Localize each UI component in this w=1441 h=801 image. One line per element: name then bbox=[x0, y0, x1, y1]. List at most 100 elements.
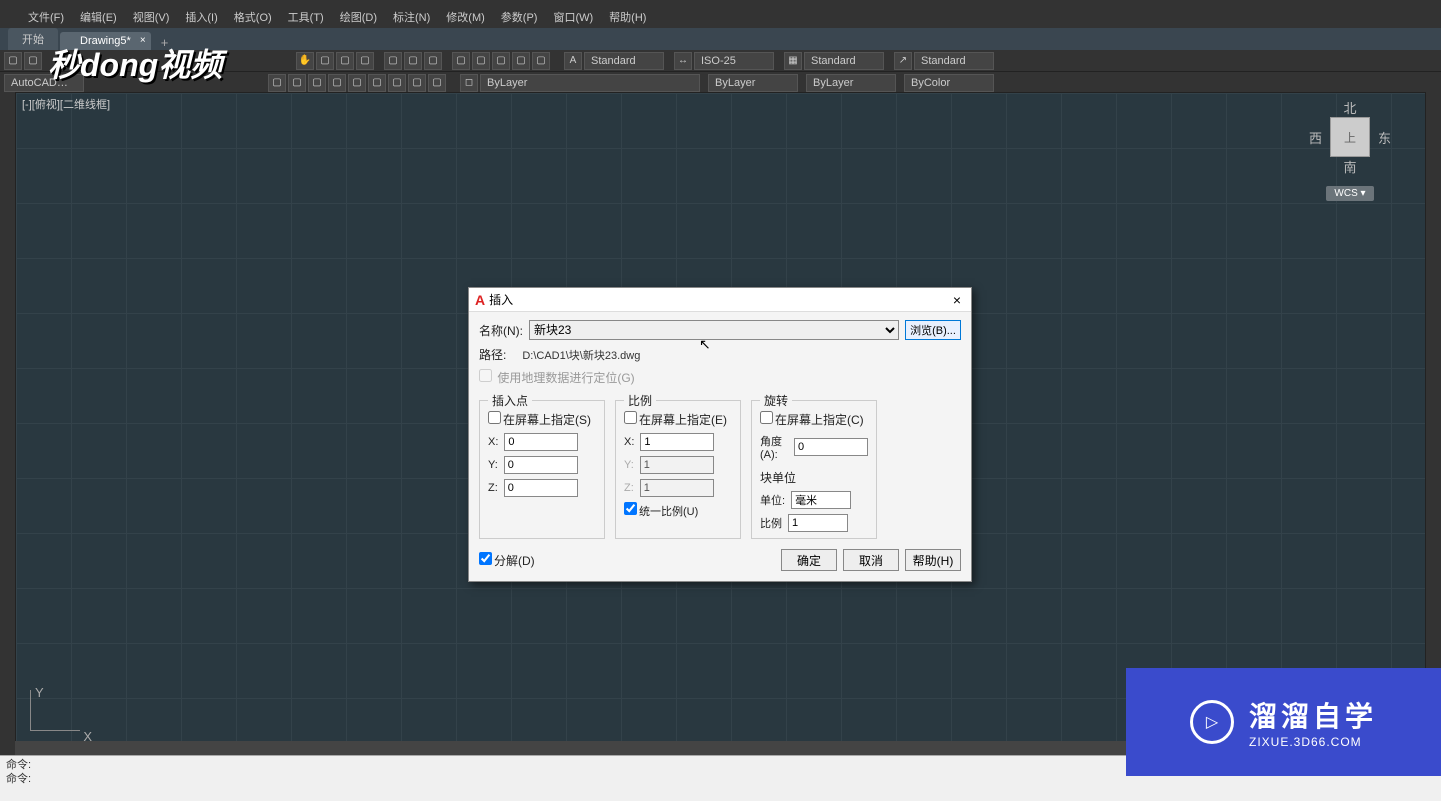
sz-label: Z: bbox=[624, 482, 634, 494]
ratio-value bbox=[788, 514, 848, 532]
tool-icon[interactable]: ▢ bbox=[452, 52, 470, 70]
tool-icon[interactable]: ▢ bbox=[492, 52, 510, 70]
sx-input[interactable] bbox=[640, 433, 714, 451]
right-tool-palette[interactable] bbox=[1426, 92, 1441, 755]
ucs-icon: Y X bbox=[30, 690, 80, 731]
pan-icon[interactable]: ✋ bbox=[296, 52, 314, 70]
left-tool-palette[interactable] bbox=[0, 92, 15, 755]
view-cube[interactable]: 北 西 上 东 南 WCS ▾ bbox=[1295, 98, 1405, 238]
onscreen-s-label[interactable]: 在屏幕上指定(S) bbox=[488, 413, 591, 427]
tool-icon[interactable]: ▢ bbox=[336, 52, 354, 70]
menu-edit[interactable]: 编辑(E) bbox=[72, 9, 125, 25]
viewcube-north[interactable]: 北 bbox=[1343, 98, 1356, 117]
z-input[interactable] bbox=[504, 479, 578, 497]
close-icon[interactable]: × bbox=[949, 292, 965, 308]
menu-tools[interactable]: 工具(T) bbox=[280, 9, 332, 25]
explode-checkbox[interactable] bbox=[479, 552, 492, 565]
uniform-label[interactable]: 统一比例(U) bbox=[624, 502, 698, 519]
layer-icon[interactable]: ▢ bbox=[388, 74, 406, 92]
menu-insert[interactable]: 插入(I) bbox=[177, 9, 225, 25]
menu-modify[interactable]: 修改(M) bbox=[438, 9, 493, 25]
app-a-icon: A bbox=[475, 292, 485, 308]
layer-icon[interactable]: ▢ bbox=[348, 74, 366, 92]
menu-param[interactable]: 参数(P) bbox=[493, 9, 546, 25]
viewcube-top-face[interactable]: 上 bbox=[1330, 117, 1370, 157]
tool-icon[interactable]: ▢ bbox=[472, 52, 490, 70]
viewcube-south[interactable]: 南 bbox=[1343, 157, 1356, 176]
angle-input[interactable] bbox=[794, 438, 868, 456]
tablestyle-combo[interactable]: Standard bbox=[804, 52, 884, 70]
onscreen-c-label[interactable]: 在屏幕上指定(C) bbox=[760, 413, 864, 427]
dimstyle-icon[interactable]: ↔ bbox=[674, 52, 692, 70]
watermark-logo-left: 秒dong视频 bbox=[48, 40, 222, 86]
view-control-label[interactable]: [-][俯视][二维线框] bbox=[22, 96, 110, 112]
tool-icon[interactable]: ▢ bbox=[424, 52, 442, 70]
dimstyle-combo[interactable]: ISO-25 bbox=[694, 52, 774, 70]
uniform-checkbox[interactable] bbox=[624, 502, 637, 515]
ok-button[interactable]: 确定 bbox=[781, 549, 837, 571]
path-value: D:\CAD1\块\新块23.dwg bbox=[522, 347, 640, 363]
browse-button[interactable]: 浏览(B)... bbox=[905, 320, 961, 340]
tool-icon[interactable]: ▢ bbox=[404, 52, 422, 70]
unit-label: 单位: bbox=[760, 492, 785, 508]
x-label: X: bbox=[488, 436, 498, 448]
scale-group: 比例 在屏幕上指定(E) X: Y: Z: 统一比例(U) bbox=[615, 392, 741, 539]
tool-icon[interactable]: ▢ bbox=[532, 52, 550, 70]
sz-input bbox=[640, 479, 714, 497]
mleaderstyle-icon[interactable]: ↗ bbox=[894, 52, 912, 70]
wcs-dropdown[interactable]: WCS ▾ bbox=[1326, 186, 1373, 201]
layer-icon[interactable]: ▢ bbox=[268, 74, 286, 92]
color-combo[interactable]: ByLayer bbox=[480, 74, 700, 92]
menu-file[interactable]: 文件(F) bbox=[20, 9, 72, 25]
layer-icon[interactable]: ▢ bbox=[328, 74, 346, 92]
textstyle-icon[interactable]: A bbox=[564, 52, 582, 70]
path-label: 路径: bbox=[479, 346, 506, 363]
color-swatch-icon[interactable]: ◻ bbox=[460, 74, 478, 92]
menu-dim[interactable]: 标注(N) bbox=[385, 9, 438, 25]
z-label: Z: bbox=[488, 482, 498, 494]
rotate-legend: 旋转 bbox=[760, 392, 792, 409]
onscreen-s-checkbox[interactable] bbox=[488, 411, 501, 424]
menu-window[interactable]: 窗口(W) bbox=[545, 9, 601, 25]
menu-help[interactable]: 帮助(H) bbox=[601, 9, 654, 25]
tool-icon[interactable]: ▢ bbox=[356, 52, 374, 70]
mleaderstyle-combo[interactable]: Standard bbox=[914, 52, 994, 70]
layer-icon[interactable]: ▢ bbox=[288, 74, 306, 92]
tablestyle-icon[interactable]: ▦ bbox=[784, 52, 802, 70]
layer-icon[interactable]: ▢ bbox=[428, 74, 446, 92]
cancel-button[interactable]: 取消 bbox=[843, 549, 899, 571]
geo-checkbox-label: 使用地理数据进行定位(G) bbox=[479, 369, 635, 386]
x-input[interactable] bbox=[504, 433, 578, 451]
menu-bar: 文件(F) 编辑(E) 视图(V) 插入(I) 格式(O) 工具(T) 绘图(D… bbox=[0, 6, 1441, 28]
lineweight-combo[interactable]: ByLayer bbox=[806, 74, 896, 92]
onscreen-c-checkbox[interactable] bbox=[760, 411, 773, 424]
play-icon: ▷ bbox=[1190, 700, 1234, 744]
onscreen-e-label[interactable]: 在屏幕上指定(E) bbox=[624, 413, 727, 427]
layer-icon[interactable]: ▢ bbox=[408, 74, 426, 92]
onscreen-e-checkbox[interactable] bbox=[624, 411, 637, 424]
menu-view[interactable]: 视图(V) bbox=[125, 9, 178, 25]
y-input[interactable] bbox=[504, 456, 578, 474]
viewcube-west[interactable]: 西 bbox=[1309, 128, 1322, 147]
tool-icon[interactable]: ▢ bbox=[316, 52, 334, 70]
name-combo[interactable]: 新块23 bbox=[529, 320, 899, 340]
explode-label[interactable]: 分解(D) bbox=[479, 552, 535, 569]
viewcube-east[interactable]: 东 bbox=[1378, 128, 1391, 147]
plotstyle-combo[interactable]: ByColor bbox=[904, 74, 994, 92]
tool-icon[interactable]: ▢ bbox=[384, 52, 402, 70]
menu-format[interactable]: 格式(O) bbox=[226, 9, 280, 25]
help-button[interactable]: 帮助(H) bbox=[905, 549, 961, 571]
unit-title: 块单位 bbox=[760, 469, 868, 486]
tool-icon[interactable]: ▢ bbox=[24, 52, 42, 70]
dialog-titlebar[interactable]: A 插入 × bbox=[469, 288, 971, 312]
dialog-title-text: 插入 bbox=[489, 291, 513, 308]
linetype-combo[interactable]: ByLayer bbox=[708, 74, 798, 92]
unit-value bbox=[791, 491, 851, 509]
tool-icon[interactable]: ▢ bbox=[4, 52, 22, 70]
tool-icon[interactable]: ▢ bbox=[512, 52, 530, 70]
layer-icon[interactable]: ▢ bbox=[368, 74, 386, 92]
textstyle-combo[interactable]: Standard bbox=[584, 52, 664, 70]
menu-draw[interactable]: 绘图(D) bbox=[332, 9, 385, 25]
layer-icon[interactable]: ▢ bbox=[308, 74, 326, 92]
watermark-logo-right: ▷ 溜溜自学 ZIXUE.3D66.COM bbox=[1126, 668, 1441, 776]
